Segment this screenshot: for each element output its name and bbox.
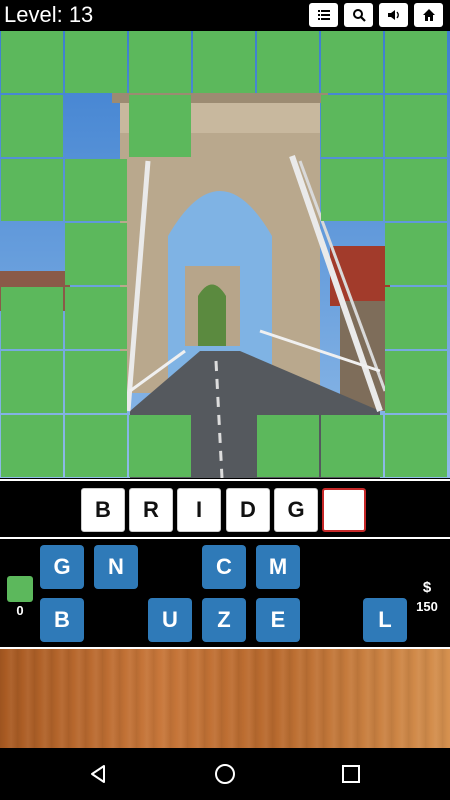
letter-key[interactable]: L — [363, 598, 407, 642]
cover-tile[interactable] — [65, 31, 127, 93]
home-icon — [422, 9, 435, 21]
answer-panel: B R I D G — [0, 479, 450, 539]
hint-button[interactable] — [7, 576, 33, 602]
coin-amount: 150 — [416, 599, 438, 614]
cover-tile[interactable] — [65, 351, 127, 413]
cover-tile[interactable] — [65, 287, 127, 349]
recents-icon[interactable] — [339, 762, 363, 786]
cover-tile[interactable] — [1, 31, 63, 93]
cover-tile[interactable] — [385, 159, 447, 221]
letter-key[interactable]: Z — [202, 598, 246, 642]
levels-list-button[interactable] — [309, 3, 338, 27]
answer-slot[interactable]: I — [177, 488, 221, 532]
sound-button[interactable] — [379, 3, 408, 27]
answer-slot[interactable]: R — [129, 488, 173, 532]
cover-tile[interactable] — [129, 95, 191, 157]
cover-tile[interactable] — [257, 415, 319, 477]
cover-tile[interactable] — [65, 415, 127, 477]
cover-tile[interactable] — [1, 287, 63, 349]
hint-count: 0 — [16, 603, 24, 618]
home-button[interactable] — [414, 3, 443, 27]
cover-tile[interactable] — [1, 95, 63, 157]
cover-tile[interactable] — [65, 159, 127, 221]
letter-key[interactable]: B — [40, 598, 84, 642]
cover-tile[interactable] — [385, 351, 447, 413]
cover-tile[interactable] — [257, 31, 319, 93]
level-indicator: Level: 13 — [4, 2, 94, 27]
cover-tile[interactable] — [1, 415, 63, 477]
answer-slot[interactable]: D — [226, 488, 270, 532]
cover-tile[interactable] — [385, 415, 447, 477]
list-icon — [317, 10, 330, 20]
letter-key[interactable]: N — [94, 545, 138, 589]
home-circle-icon[interactable] — [213, 762, 237, 786]
cover-tile[interactable] — [385, 31, 447, 93]
sound-icon — [387, 10, 399, 20]
search-button[interactable] — [344, 3, 373, 27]
cover-tile[interactable] — [321, 415, 383, 477]
letters-panel: 0 G N C M B U Z E L $ 150 — [0, 539, 450, 649]
cover-tile[interactable] — [321, 95, 383, 157]
search-icon — [352, 9, 366, 22]
letter-key[interactable]: C — [202, 545, 246, 589]
system-nav-bar — [0, 748, 450, 800]
cover-tile[interactable] — [1, 351, 63, 413]
cover-tile[interactable] — [129, 31, 191, 93]
cover-tile[interactable] — [385, 223, 447, 285]
cover-tile[interactable] — [385, 95, 447, 157]
cover-tile[interactable] — [385, 287, 447, 349]
cover-tile[interactable] — [129, 415, 191, 477]
letter-key[interactable]: U — [148, 598, 192, 642]
cover-tile[interactable] — [321, 159, 383, 221]
coin-balance: $ 150 — [410, 579, 444, 614]
letter-key[interactable]: G — [40, 545, 84, 589]
cover-tile[interactable] — [321, 31, 383, 93]
dollar-icon: $ — [422, 579, 432, 596]
puzzle-image-area — [0, 31, 450, 478]
letter-key[interactable]: E — [256, 598, 300, 642]
answer-slot[interactable]: B — [81, 488, 125, 532]
cover-tile[interactable] — [1, 159, 63, 221]
top-bar: Level: 13 — [0, 0, 450, 30]
cover-tile[interactable] — [193, 31, 255, 93]
answer-slot-empty[interactable] — [322, 488, 366, 532]
letter-key[interactable]: M — [256, 545, 300, 589]
wood-background — [0, 649, 450, 748]
back-icon[interactable] — [86, 762, 110, 786]
answer-slot[interactable]: G — [274, 488, 318, 532]
cover-tile[interactable] — [65, 223, 127, 285]
